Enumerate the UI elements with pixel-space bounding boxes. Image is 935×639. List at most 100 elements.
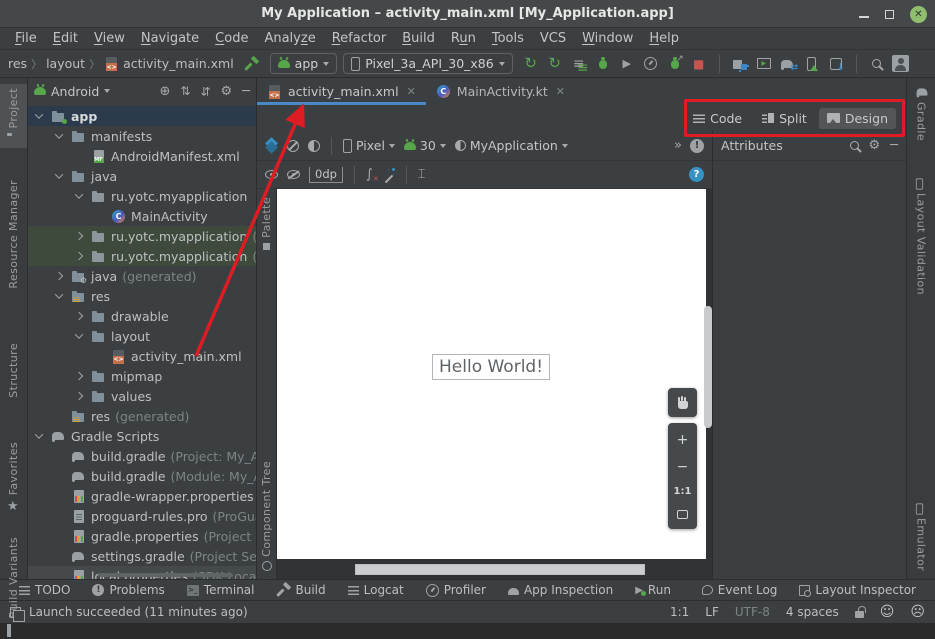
profiler-icon[interactable] (639, 53, 663, 75)
tool-stripe-resource-manager[interactable]: Resource Manager (7, 176, 20, 309)
menu-code[interactable]: Code (208, 29, 255, 48)
apply-changes-icon[interactable]: ↻ (543, 53, 567, 75)
design-surface-icon[interactable] (265, 139, 278, 152)
tree-chevron-icon[interactable] (55, 290, 63, 298)
tree-chevron-icon[interactable] (55, 272, 63, 280)
project-view-select[interactable]: Android (34, 84, 110, 99)
component-tree-tool[interactable]: Component Tree (260, 461, 273, 571)
menu-file[interactable]: File (8, 29, 44, 48)
status-item-1-1[interactable]: 1:1 (670, 605, 689, 619)
run-coverage-icon[interactable]: ▶ (615, 53, 639, 75)
menu-view[interactable]: View (87, 29, 132, 48)
menu-help[interactable]: Help (642, 29, 686, 48)
tree-horizontal-scrollbar[interactable] (98, 573, 233, 577)
restore-icon[interactable] (885, 10, 894, 19)
tree-item-proguard-rules.pro[interactable]: proguard-rules.pro(ProGuard Rules for ..… (28, 506, 256, 526)
status-item-4-spaces[interactable]: 4 spaces (786, 605, 839, 619)
happy-face-icon[interactable]: ☺ (880, 605, 895, 619)
sdk-manager-icon[interactable] (824, 53, 848, 75)
tree-chevron-icon[interactable] (55, 130, 63, 138)
attach-debugger-icon[interactable]: ↗ (663, 53, 687, 75)
gradle-sync-icon[interactable]: ⇄ (776, 53, 800, 75)
tree-item-java[interactable]: java (28, 166, 256, 186)
tool-window-button-app-inspection[interactable]: App Inspection (499, 583, 622, 597)
tree-item-mainactivity[interactable]: CMainActivity (28, 206, 256, 226)
debug-icon[interactable] (591, 53, 615, 75)
zoom-actual-button[interactable]: 1:1 (674, 487, 692, 497)
breadcrumb-item[interactable]: layout (46, 56, 85, 71)
expand-all-icon[interactable]: ⇅ (180, 85, 190, 97)
sad-face-icon[interactable]: ☹ (910, 605, 925, 619)
settings-gear-icon[interactable]: ⚙ (869, 139, 881, 152)
tab-activity_main.xml[interactable]: <>activity_main.xml✕ (257, 78, 426, 105)
night-mode-icon[interactable] (308, 140, 320, 152)
tree-item-activity-main.xml[interactable]: <>activity_main.xml (28, 346, 256, 366)
tree-item-ru.yotc.myapplication[interactable]: ru.yotc.myapplication (28, 186, 256, 206)
run-icon[interactable]: ↻ (519, 53, 543, 75)
api-level-select[interactable]: 30 (404, 138, 446, 153)
tree-chevron-icon[interactable] (75, 312, 83, 320)
tool-window-button-problems[interactable]: !Problems (83, 583, 173, 597)
tree-item-manifests[interactable]: manifests (28, 126, 256, 146)
tree-item-gradle.properties[interactable]: gradle.properties(Project Properties) (28, 526, 256, 546)
code-mode-button[interactable]: Code (685, 108, 750, 129)
tree-item-mipmap[interactable]: mipmap (28, 366, 256, 386)
tree-item-app[interactable]: app (28, 106, 256, 126)
tool-stripe-favorites[interactable]: Favorites★ (7, 438, 20, 515)
tool-window-button-build[interactable]: Build (268, 583, 335, 597)
zoom-out-button[interactable]: − (677, 460, 689, 474)
close-tab-icon[interactable]: ✕ (556, 85, 565, 98)
tool-window-button-logcat[interactable]: Logcat (339, 583, 413, 597)
tree-item-settings.gradle[interactable]: settings.gradle(Project Settings) (28, 546, 256, 566)
default-margin-select[interactable]: 0dp (309, 167, 343, 183)
tree-item-drawable[interactable]: drawable (28, 306, 256, 326)
run-configuration-select[interactable]: app (270, 53, 338, 74)
tree-chevron-icon[interactable] (35, 430, 43, 438)
tool-window-button-todo[interactable]: TODO (10, 583, 79, 597)
menu-build[interactable]: Build (395, 29, 442, 48)
tree-chevron-icon[interactable] (55, 170, 63, 178)
tree-chevron-icon[interactable] (75, 392, 83, 400)
breadcrumb-item[interactable]: res (8, 56, 27, 71)
tool-window-button-layout-inspector[interactable]: Layout Inspector (790, 583, 925, 597)
pan-hand-button[interactable] (668, 388, 697, 417)
menu-window[interactable]: Window (575, 29, 640, 48)
autoconnect-off-icon[interactable] (287, 170, 300, 179)
breadcrumb-item[interactable]: activity_main.xml (123, 56, 234, 71)
device-preview-canvas[interactable]: Hello World! (277, 189, 706, 559)
zoom-to-fit-icon[interactable] (677, 510, 688, 519)
locate-file-icon[interactable]: ⊕ (159, 85, 170, 98)
device-select[interactable]: Pixel_3a_API_30_x86 (343, 53, 513, 74)
tree-item-build.gradle[interactable]: build.gradle(Module: My_Application.app) (28, 466, 256, 486)
tree-item-ru.yotc.myapplication[interactable]: ru.yotc.myapplication(test) (28, 246, 256, 266)
tree-chevron-icon[interactable] (75, 330, 83, 338)
close-icon[interactable]: ✕ (910, 6, 927, 23)
apply-code-changes-icon[interactable]: ≡ (567, 53, 591, 75)
tool-window-button-event-log[interactable]: Event Log (693, 583, 787, 597)
search-everywhere-icon[interactable] (865, 53, 889, 75)
tree-item-res[interactable]: res (28, 286, 256, 306)
theme-select[interactable]: MyApplication (455, 138, 568, 153)
tree-chevron-icon[interactable] (75, 232, 83, 240)
menu-run[interactable]: Run (444, 29, 483, 48)
textview-hello-world[interactable]: Hello World! (432, 354, 550, 380)
status-item-utf-8[interactable]: UTF-8 (735, 605, 770, 619)
close-tab-icon[interactable]: ✕ (407, 85, 416, 98)
canvas-horizontal-scrollbar[interactable] (355, 564, 645, 575)
tab-mainactivity.kt[interactable]: CMainActivity.kt✕ (426, 78, 575, 105)
tree-item-gradle-wrapper.properties[interactable]: gradle-wrapper.properties(Gradle Version… (28, 486, 256, 506)
palette-tool[interactable]: Palette (260, 197, 273, 251)
tool-stripe-emulator[interactable]: Emulator (915, 498, 928, 575)
tree-item-res[interactable]: res(generated) (28, 406, 256, 426)
device-in-editor-select[interactable]: Pixel (343, 138, 395, 153)
search-icon[interactable] (850, 141, 859, 150)
project-structure-icon[interactable] (728, 53, 752, 75)
menu-vcs[interactable]: VCS (533, 29, 573, 48)
make-project-hammer-icon[interactable] (240, 53, 264, 75)
tree-item-build.gradle[interactable]: build.gradle(Project: My_Application) (28, 446, 256, 466)
menu-analyze[interactable]: Analyze (257, 29, 322, 48)
status-item-lf[interactable]: LF (705, 605, 719, 619)
tool-stripe-gradle[interactable]: Gradle (915, 82, 928, 145)
infer-constraints-icon[interactable] (382, 168, 395, 181)
menu-refactor[interactable]: Refactor (325, 29, 394, 48)
